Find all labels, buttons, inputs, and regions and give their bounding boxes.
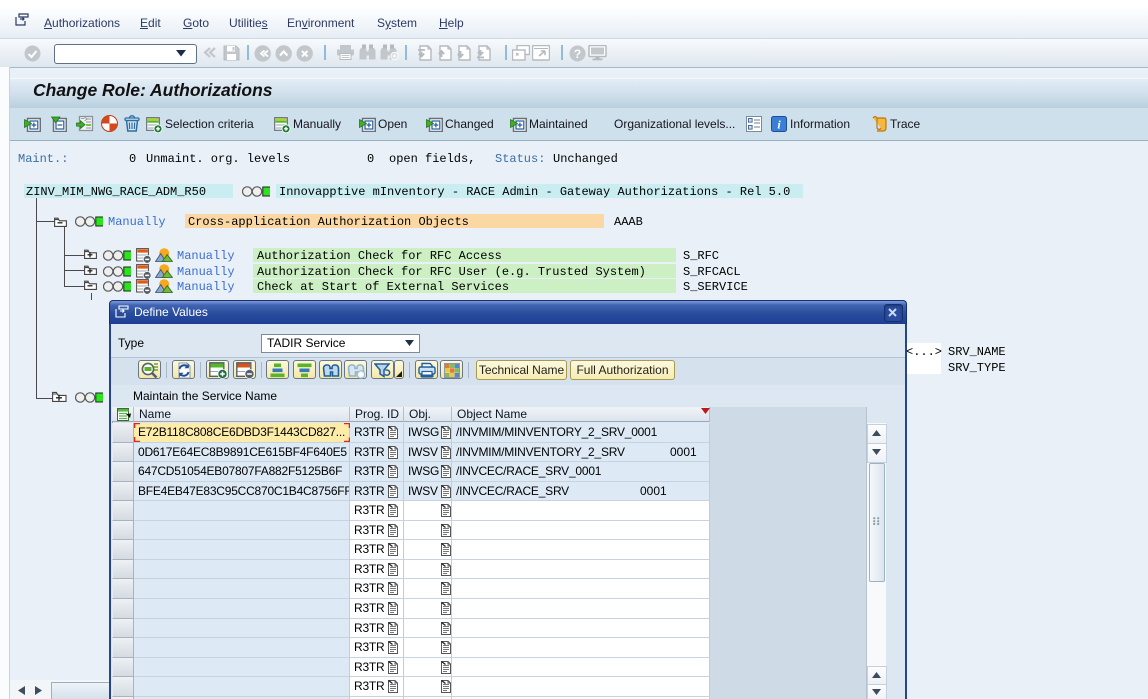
svg-text:?: ? [574, 47, 581, 61]
